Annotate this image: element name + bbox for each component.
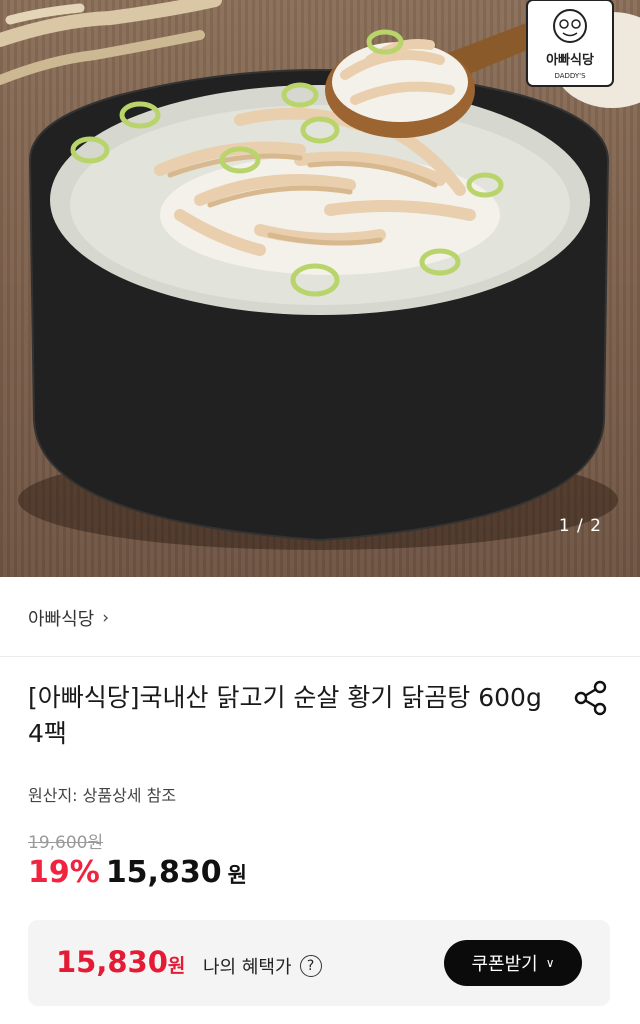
chevron-down-icon: ∨ [545,956,555,970]
price-row: 19% 15,830 원 [28,855,247,890]
product-image-carousel[interactable]: 아빠식당 DADDY'S 1 / 2 [0,0,640,577]
benefit-price: 15,830 [56,945,168,979]
brand-logo-subtext: DADDY'S [554,72,586,80]
get-coupon-button[interactable]: 쿠폰받기 ∨ [444,940,582,986]
origin-info: 원산지: 상품상세 참조 [28,786,177,805]
original-price: 19,600원 [28,833,104,853]
benefit-price-box: 15,830원 나의 혜택가 ? 쿠폰받기 ∨ [28,920,610,1006]
question-circle-icon[interactable]: ? [299,955,322,977]
chevron-right-icon: › [102,608,110,628]
sale-price-currency: 원 [227,863,247,887]
coupon-button-label: 쿠폰받기 [471,954,538,975]
benefit-label-wrap: 나의 혜택가 ? [203,953,322,979]
sale-price: 15,830 [105,855,222,890]
image-counter: 1 / 2 [558,516,602,536]
ginseng-roots [0,0,222,85]
brand-logo: 아빠식당 DADDY'S [526,0,614,87]
seller-link[interactable]: 아빠식당 › [28,603,109,633]
benefit-price-wrap: 15,830원 [56,945,185,979]
section-divider [0,656,640,657]
share-button[interactable] [572,680,610,716]
benefit-label: 나의 혜택가 [203,957,292,978]
seller-name: 아빠식당 [28,609,95,630]
product-title: [아빠식당]국내산 닭고기 순살 황기 닭곰탕 600g 4팩 [28,683,542,748]
product-photo: 아빠식당 DADDY'S [0,0,640,550]
discount-rate: 19% [28,855,100,890]
benefit-price-currency: 원 [167,955,186,977]
brand-logo-text: 아빠식당 [546,52,594,68]
share-icon [574,680,607,716]
